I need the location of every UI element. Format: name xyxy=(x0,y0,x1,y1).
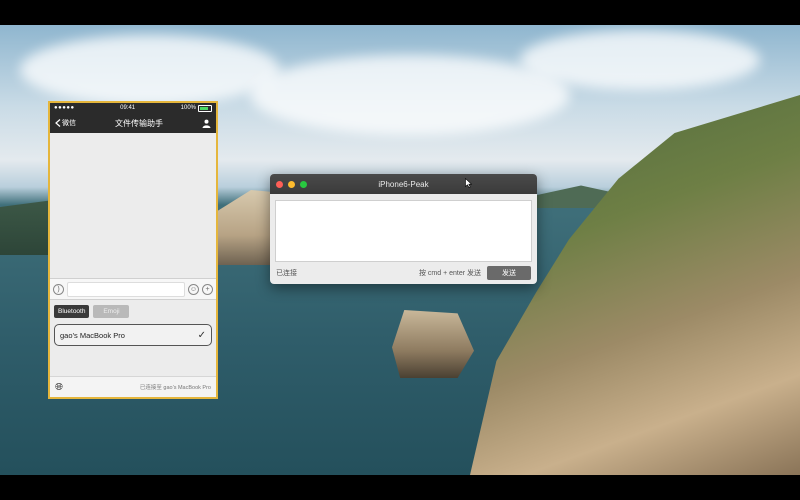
battery-icon xyxy=(198,104,212,112)
status-time: 09:41 xyxy=(120,105,136,111)
ios-status-bar: ●●●●● 09:41 100% xyxy=(50,103,216,113)
cursor-icon xyxy=(465,178,472,188)
back-button[interactable]: 微信 xyxy=(55,118,76,128)
wechat-navbar: 微信 文件传输助手 xyxy=(50,113,216,133)
plugin-footer: 🌐︎ 已连接至 gao’s MacBook Pro xyxy=(50,376,216,397)
plus-icon[interactable]: + xyxy=(202,283,213,295)
chat-message-area xyxy=(50,133,216,278)
send-controls: 按 cmd + enter 发送 发送 xyxy=(419,266,531,280)
back-chevron-icon xyxy=(55,119,61,127)
device-item[interactable]: gao’s MacBook Pro ✓ xyxy=(54,324,212,346)
signal-indicator: ●●●●● xyxy=(54,105,75,111)
checkmark-icon: ✓ xyxy=(197,329,206,341)
window-titlebar[interactable]: iPhone6-Peak xyxy=(270,174,537,194)
message-textarea[interactable] xyxy=(275,200,532,262)
send-shortcut-hint: 按 cmd + enter 发送 xyxy=(418,270,481,277)
chat-title: 文件传输助手 xyxy=(115,118,163,128)
chat-input-bar: ) ☺ + xyxy=(50,278,216,300)
cloud xyxy=(520,30,760,90)
tab-emoji[interactable]: Emoji xyxy=(93,304,130,318)
emoji-icon[interactable]: ☺ xyxy=(188,283,199,295)
plugin-tabs: Bluetooth Emoji xyxy=(50,300,216,322)
tab-bluetooth[interactable]: Bluetooth xyxy=(54,304,90,318)
battery-label: 100% xyxy=(180,105,196,111)
person-icon[interactable] xyxy=(202,119,211,128)
mac-app-window: iPhone6-Peak 已连接 按 cmd + enter 发送 发送 xyxy=(270,174,537,284)
chat-text-input[interactable] xyxy=(67,281,185,297)
globe-icon[interactable]: 🌐︎ xyxy=(55,382,63,393)
send-button[interactable]: 发送 xyxy=(487,266,531,280)
window-bottom-bar: 已连接 按 cmd + enter 发送 发送 xyxy=(270,262,537,284)
battery-indicator: 100% xyxy=(180,104,212,112)
sea-rock xyxy=(392,310,474,378)
cloud xyxy=(250,55,570,135)
connection-status: 已连接至 gao’s MacBook Pro xyxy=(139,385,211,391)
back-label: 微信 xyxy=(62,120,76,127)
connection-status-label: 已连接 xyxy=(276,270,297,277)
cloud xyxy=(20,35,280,105)
window-title: iPhone6-Peak xyxy=(378,179,429,189)
device-name: gao’s MacBook Pro xyxy=(60,330,125,340)
device-list: gao’s MacBook Pro ✓ xyxy=(50,322,216,348)
cliff-right xyxy=(470,95,800,475)
voice-icon[interactable]: ) xyxy=(53,283,64,295)
iphone-mockup: ●●●●● 09:41 100% 微信 文件传输助手 ) ☺ + Bluetoo… xyxy=(48,101,218,399)
